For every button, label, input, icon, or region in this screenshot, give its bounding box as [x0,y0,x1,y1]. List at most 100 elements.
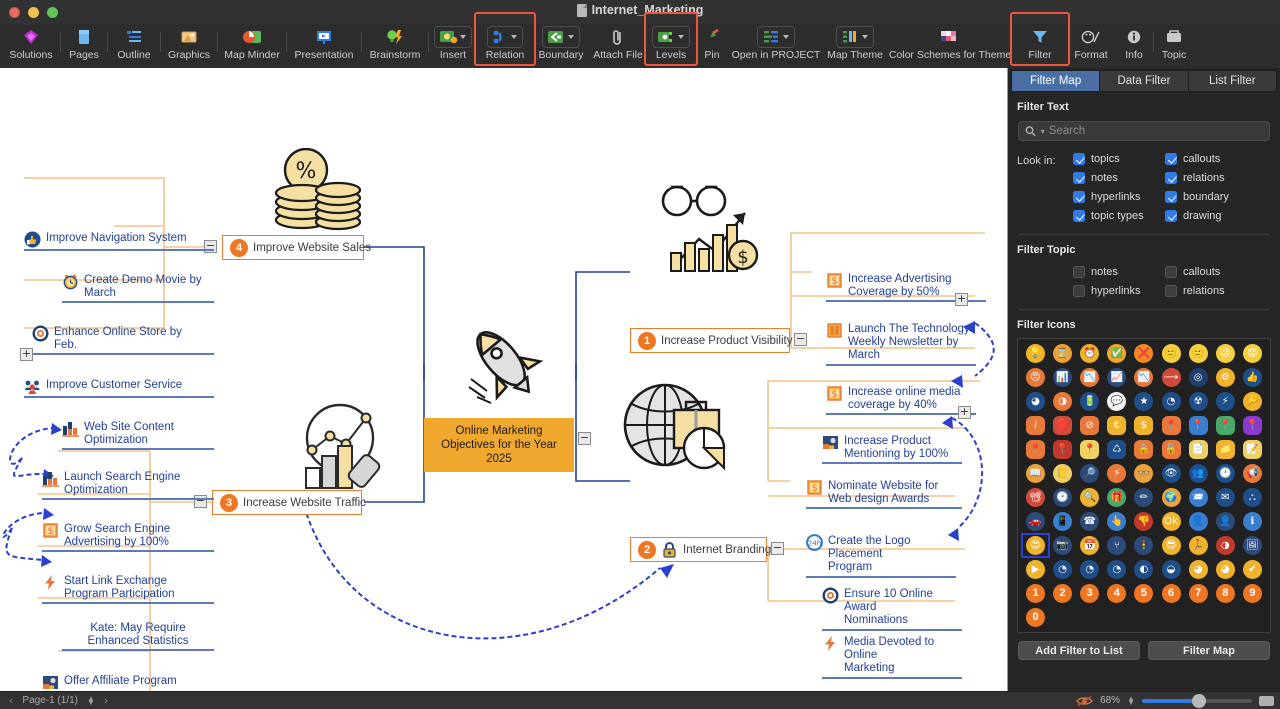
add-filter-to-list-button[interactable]: Add Filter to List [1018,641,1140,660]
insert-icon-box[interactable] [434,26,472,48]
zoom-stepper[interactable]: ▲ ▼ [1127,694,1135,706]
expand-toggle-1[interactable]: + [20,348,33,361]
topic-leaf[interactable]: 24h Create the Logo Placement Program [806,534,956,578]
no-entry-icon[interactable]: ⊘ [1077,415,1102,436]
camera-icon[interactable]: 📷 [1050,535,1075,556]
topic-leaf[interactable]: Enhance Online Store by Feb. [32,325,214,356]
tab-data-filter[interactable]: Data Filter [1100,70,1189,92]
smiley-worried-icon[interactable]: 😟 [1240,343,1265,364]
megaphone-icon[interactable]: 📢 [1240,463,1265,484]
map-pin-yellow-icon[interactable]: 📍 [1077,439,1102,460]
filter-icons-grid[interactable]: 💡 ⌛ ⏰ ✅ ❌ 🙂 🙁 😕 😟 😠 📊 📉 📈 📉 ⟶ ◎ ⚙ 👍 ◕ ◑ 🔋 💬 ★ ◔ ☢ ⚡ 🔑 𝑖 🛑 ⊘ € $ 📍 📍 📍 📍 📍 📍 📍 ♺… [1017,338,1271,633]
folder-icon[interactable]: 📁 [1213,439,1238,460]
toolbar-item-insert[interactable]: Insert [429,24,477,68]
pie-25-icon[interactable]: ◔ [1077,559,1102,580]
look-in-notes[interactable]: notes [1073,172,1165,184]
filter-map-button[interactable]: Filter Map [1148,641,1270,660]
number-3-icon[interactable]: 3 [1077,583,1102,604]
chevron-down-icon[interactable] [460,35,466,39]
contrast-icon[interactable]: ◑ [1213,535,1238,556]
check-circle-icon[interactable]: ✅ [1104,343,1129,364]
topic-leaf[interactable]: Improve Navigation System [24,231,214,251]
toolbar-item-graphics[interactable]: Graphics [161,24,217,68]
fit-page-icon[interactable] [1259,695,1274,706]
topic-nominate-website-awards[interactable]: $ Nominate Website for Web design Awards [806,479,962,510]
smiley-angry-icon[interactable]: 😠 [1023,367,1048,388]
hand-point-icon[interactable]: 👆 [1104,511,1129,532]
gift-icon[interactable]: 🎁 [1104,487,1129,508]
topic-launch-technology-newsletter[interactable]: Launch The Technology Weekly Newsletter … [826,322,976,366]
info-circle-icon[interactable]: ℹ [1240,511,1265,532]
checkbox[interactable] [1073,153,1085,165]
toolbar-item-filter[interactable]: Filter [1013,24,1067,68]
topic-increase-product-visibility[interactable]: 1 Increase Product Visibility − [630,328,807,353]
search-document-icon[interactable]: 🔎 [1077,463,1102,484]
speech-bubble-icon[interactable]: 💬 [1104,391,1129,412]
topic-leaf[interactable]: Launch The Technology Weekly Newsletter … [826,322,976,366]
battery-icon[interactable]: 🔋 [1077,391,1102,412]
glasses-icon[interactable]: 👓 [1131,463,1156,484]
number-1-icon[interactable]: 1 [1023,583,1048,604]
magnifier-icon[interactable]: 🔍 [1077,487,1102,508]
chevron-down-icon[interactable] [511,35,517,39]
mind-map-canvas[interactable]: % $ 4 Improve Website Sales − Improve Na… [0,68,1008,691]
checkbox[interactable] [1073,172,1085,184]
chevron-down-icon[interactable] [678,35,684,39]
topic-offer-affiliate-program[interactable]: Offer Affiliate Program [42,674,214,691]
smiley-sunglasses-icon[interactable]: 😎 [1159,535,1184,556]
topic-leaf[interactable]: Web Site Content Optimization [62,420,214,451]
map-pin-green-icon[interactable]: 📍 [1213,415,1238,436]
toolbar-item-pages[interactable]: Pages [61,24,107,68]
topic-leaf[interactable]: Media Devoted to Online Marketing [822,635,962,679]
next-page-button[interactable]: › [104,694,108,707]
dollar-note-icon[interactable]: $ [1131,415,1156,436]
relation-icon-box[interactable] [487,26,523,48]
topic-increase-website-traffic[interactable]: 3 Increase Website Traffic − [194,490,366,515]
toolbar-item-attach-file[interactable]: Attach File [589,24,647,68]
topic-leaf[interactable]: $ Grow Search Engine Advertising by 100% [42,522,214,553]
look-in-topics[interactable]: topics [1073,153,1165,165]
arrow-right-icon[interactable]: ⟶ [1159,367,1184,388]
toolbar-item-brainstorm[interactable]: Brainstorm [362,24,428,68]
look-in-boundary[interactable]: boundary [1165,191,1257,203]
look-in-hyperlinks[interactable]: hyperlinks [1073,191,1165,203]
info-italic-icon[interactable]: 𝑖 [1023,415,1048,436]
number-5-icon[interactable]: 5 [1131,583,1156,604]
car-icon[interactable]: 🚗 [1023,511,1048,532]
main-topic-box[interactable]: 1 Increase Product Visibility [630,328,792,353]
star-icon[interactable]: ★ [1131,391,1156,412]
topic-leaf[interactable]: Kate: May Require Enhanced Statistics [62,621,214,652]
number-9-icon[interactable]: 9 [1240,583,1265,604]
bar-chart-down-icon[interactable]: 📉 [1077,367,1102,388]
pie-75-icon[interactable]: ◕ [1186,559,1211,580]
smiley-heart-icon[interactable]: 😍 [1021,533,1050,558]
speedometer-icon[interactable]: 🕑 [1050,487,1075,508]
topic-internet-branding-collapse-toggle[interactable]: − [771,542,784,555]
number-2-icon[interactable]: 2 [1050,583,1075,604]
topic-increase-online-media-coverage[interactable]: $ Increase online media coverage by 40% [826,385,976,416]
boundary-icon-box[interactable] [542,26,580,48]
topic-leaf[interactable]: $ Increase online media coverage by 40% [826,385,976,416]
search-box[interactable]: ▾ [1018,121,1270,141]
topic-enhance-online-store[interactable]: Enhance Online Store by Feb. [32,325,214,356]
main-topic-box[interactable]: 3 Increase Website Traffic [212,490,366,515]
toolbar-item-solutions[interactable]: Solutions [2,24,60,68]
expand-toggle-3[interactable]: + [958,406,971,419]
pie-chart-half-icon[interactable]: ◑ [1050,391,1075,412]
main-topic-box[interactable]: 2 Internet Branding [630,537,771,562]
lock-closed-icon[interactable]: 🔒 [1131,439,1156,460]
book-icon[interactable]: 📖 [1023,463,1048,484]
eye-icon[interactable]: 👁 [1159,463,1184,484]
topic-leaf[interactable]: Start Link Exchange Program Participatio… [42,574,214,605]
smiley-happy-icon[interactable]: 🙂 [1159,343,1184,364]
topic-leaf[interactable]: $ Nominate Website for Web design Awards [806,479,962,510]
topic-start-link-exchange[interactable]: Start Link Exchange Program Participatio… [42,574,214,605]
central-topic[interactable]: Online Marketing Objectives for the Year… [424,418,591,472]
bar-chart-flat-icon[interactable]: 📈 [1104,367,1129,388]
mail-open-icon[interactable]: 📨 [1186,487,1211,508]
globe-icon[interactable]: 🌍 [1159,487,1184,508]
topic-leaf[interactable]: Improve Customer Service [24,378,214,398]
map-pin-blue-icon[interactable]: 📍 [1186,415,1211,436]
number-0-icon[interactable]: 0 [1023,607,1048,628]
hidden-eye-icon[interactable] [1076,695,1093,707]
